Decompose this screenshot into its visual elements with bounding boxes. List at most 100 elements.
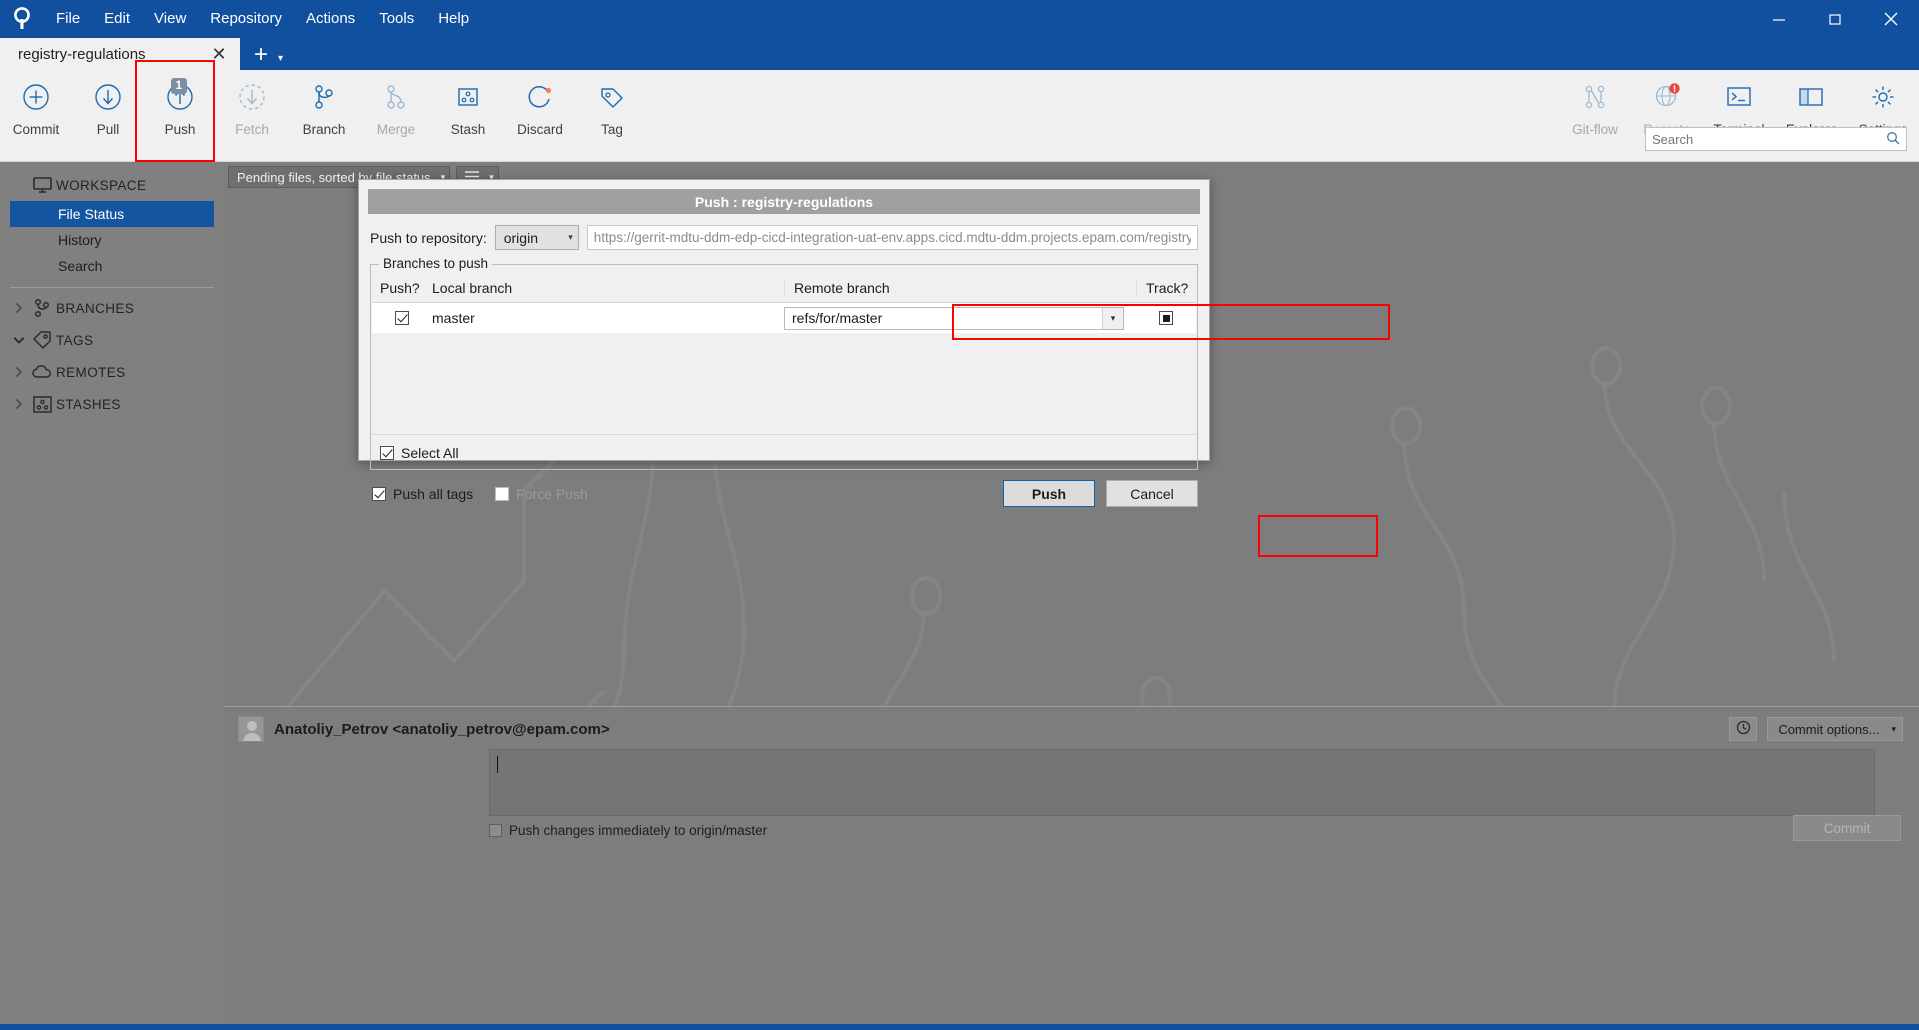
close-button[interactable] — [1863, 0, 1919, 38]
push-dialog-footer: Push all tags Force Push Push Cancel — [359, 470, 1209, 507]
toolbar-branch-button[interactable]: Branch — [288, 74, 360, 152]
sourcetree-window: File Edit View Repository Actions Tools … — [0, 0, 1919, 1030]
commit-options-label: Commit options... — [1778, 721, 1880, 737]
push-count-badge: 1 — [170, 78, 187, 94]
commit-button[interactable]: Commit — [1793, 815, 1901, 841]
merge-icon — [382, 74, 410, 120]
maximize-button[interactable] — [1807, 0, 1863, 38]
push-repository-select[interactable]: origin ▾ — [494, 225, 579, 250]
toolbar-commit-button[interactable]: Commit — [0, 74, 72, 152]
minimize-button[interactable] — [1751, 0, 1807, 38]
menu-actions[interactable]: Actions — [294, 5, 367, 33]
select-all-checkbox[interactable] — [380, 446, 394, 460]
column-header-push: Push? — [380, 280, 420, 296]
tab-strip: registry-regulations ✕ + ▾ — [0, 38, 1919, 70]
push-confirm-button[interactable]: Push — [1003, 480, 1095, 507]
toolbar-fetch-button[interactable]: Fetch — [216, 74, 288, 152]
select-all-label: Select All — [401, 445, 459, 461]
commit-history-button[interactable] — [1729, 717, 1758, 741]
chevron-right-icon[interactable] — [10, 366, 28, 378]
menu-repository[interactable]: Repository — [198, 5, 294, 33]
sidebar-section-tags[interactable]: TAGS — [0, 324, 224, 356]
avatar-icon — [238, 716, 264, 742]
toolbar-merge-button[interactable]: Merge — [360, 74, 432, 152]
search-input[interactable] — [1652, 131, 1886, 147]
toolbar-tag-button[interactable]: Tag — [576, 74, 648, 152]
toolbar-button-label: Push — [164, 122, 196, 137]
force-push-row[interactable]: Force Push — [495, 486, 588, 502]
push-repository-value: origin — [503, 229, 538, 246]
push-dialog-buttons: Push Cancel — [1003, 480, 1198, 507]
push-immediately-checkbox[interactable] — [489, 824, 502, 837]
chevron-down-icon: ▾ — [568, 232, 573, 242]
menu-help[interactable]: Help — [426, 5, 481, 33]
branches-table-header: Push? Local branch Remote branch Track? — [372, 274, 1196, 303]
cloud-icon — [28, 365, 56, 379]
tag-icon — [28, 330, 56, 350]
menu-tools[interactable]: Tools — [367, 5, 426, 33]
chevron-right-icon[interactable] — [10, 398, 28, 410]
tag-icon — [597, 74, 627, 120]
force-push-checkbox[interactable] — [495, 486, 510, 501]
menu-view[interactable]: View — [142, 5, 198, 33]
force-push-label: Force Push — [516, 485, 588, 502]
close-icon[interactable]: ✕ — [208, 45, 230, 63]
remote-globe-icon — [1652, 74, 1682, 120]
toolbar-stash-button[interactable]: Stash — [432, 74, 504, 152]
cancel-button[interactable]: Cancel — [1106, 480, 1198, 507]
sidebar-item-label: History — [58, 232, 102, 248]
push-immediately-row[interactable]: Push changes immediately to origin/maste… — [489, 823, 767, 838]
row-remote-branch-value: refs/for/master — [792, 310, 883, 326]
chevron-down-icon[interactable] — [10, 336, 28, 345]
sidebar-section-workspace[interactable]: WORKSPACE — [0, 169, 224, 201]
select-all-row[interactable]: Select All — [380, 445, 459, 461]
sidebar-section-branches[interactable]: BRANCHES — [0, 292, 224, 324]
sidebar-item-history[interactable]: History — [0, 227, 224, 253]
row-track-checkbox[interactable] — [1159, 311, 1173, 325]
commit-plus-circle-icon — [21, 74, 51, 120]
new-tab-icon[interactable]: + — [240, 42, 278, 70]
table-row[interactable]: master refs/for/master ▾ — [372, 303, 1196, 333]
row-push-checkbox[interactable] — [395, 311, 409, 325]
toolbar-button-label: Merge — [376, 122, 416, 137]
row-remote-branch-cell: refs/for/master ▾ — [784, 306, 1136, 330]
chevron-down-icon[interactable]: ▾ — [1102, 307, 1123, 329]
search-box[interactable] — [1645, 127, 1907, 151]
toolbar-pull-button[interactable]: Pull — [72, 74, 144, 152]
toolbar-button-label: Stash — [450, 122, 486, 137]
row-local-branch: master — [432, 310, 475, 326]
sidebar-section-label: TAGS — [56, 332, 94, 348]
row-remote-branch-select[interactable]: refs/for/master ▾ — [784, 306, 1124, 330]
push-repository-url-field[interactable]: https://gerrit-mdtu-ddm-edp-cicd-integra… — [586, 225, 1198, 250]
toolbar-push-button[interactable]: 1 Push — [144, 74, 216, 152]
chevron-down-icon[interactable]: ▾ — [278, 53, 291, 70]
push-all-tags-label: Push all tags — [393, 485, 474, 502]
toolbar: Commit Pull 1 Push Fetch Branch Merge St… — [0, 70, 1919, 162]
toolbar-button-label: Commit — [12, 122, 60, 137]
push-all-tags-row[interactable]: Push all tags — [372, 486, 473, 502]
discard-refresh-icon — [525, 74, 555, 120]
chevron-right-icon[interactable] — [10, 302, 28, 314]
push-all-tags-checkbox[interactable] — [372, 486, 386, 501]
sidebar-section-stashes[interactable]: STASHES — [0, 388, 224, 420]
fetch-dashed-circle-icon — [237, 74, 267, 120]
menu-file[interactable]: File — [44, 5, 92, 33]
menu-edit[interactable]: Edit — [92, 5, 142, 33]
toolbar-button-label: Tag — [601, 122, 623, 137]
branches-to-push-group: Branches to push Push? Local branch Remo… — [370, 256, 1198, 470]
sidebar-section-label: WORKSPACE — [56, 177, 147, 193]
commit-options-button[interactable]: Commit options... ▾ — [1767, 717, 1903, 741]
column-header-track: Track? — [1136, 280, 1196, 296]
column-header-remote-branch: Remote branch — [784, 280, 1136, 296]
commit-message-input[interactable] — [489, 749, 1875, 816]
sidebar-item-search[interactable]: Search — [0, 253, 224, 279]
toolbar-gitflow-button[interactable]: Git-flow — [1559, 74, 1631, 152]
branches-to-push-legend: Branches to push — [379, 256, 493, 271]
sidebar-item-file-status[interactable]: File Status — [10, 201, 214, 227]
push-repository-row: Push to repository: origin ▾ https://ger… — [359, 214, 1209, 250]
search-icon[interactable] — [1886, 131, 1900, 148]
toolbar-discard-button[interactable]: Discard — [504, 74, 576, 152]
sidebar-section-remotes[interactable]: REMOTES — [0, 356, 224, 388]
toolbar-button-label: Branch — [302, 122, 346, 137]
tab-registry-regulations[interactable]: registry-regulations ✕ — [0, 38, 240, 70]
